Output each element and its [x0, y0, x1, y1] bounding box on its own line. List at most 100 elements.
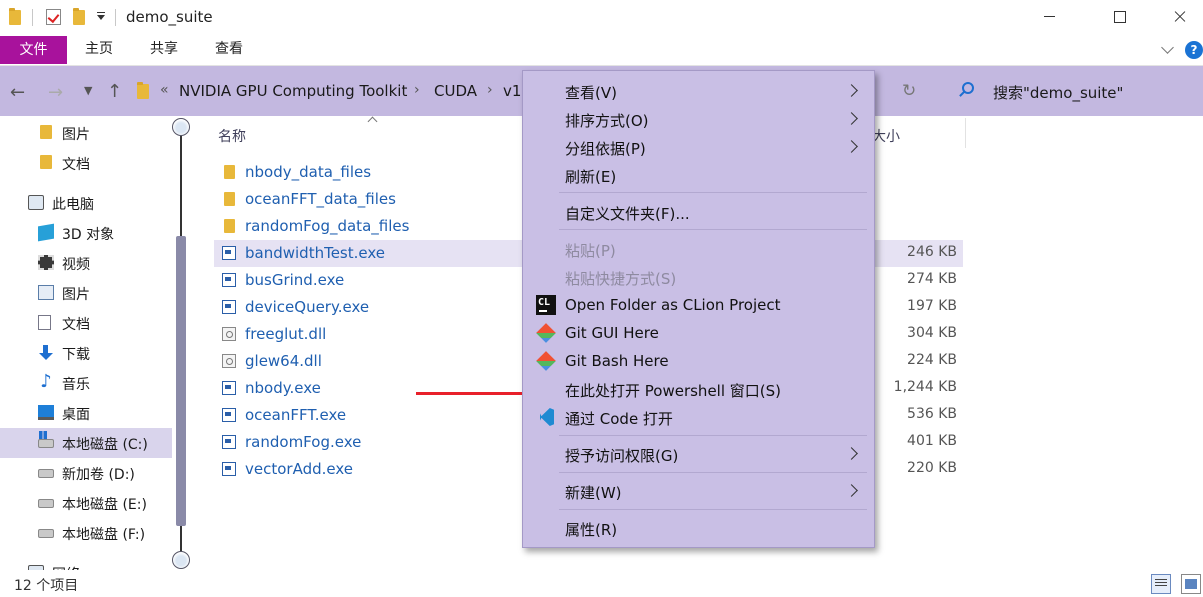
breadcrumb-overflow-icon[interactable]: «	[160, 82, 169, 98]
breadcrumb-item[interactable]: NVIDIA GPU Computing Toolkit	[179, 82, 407, 100]
recent-locations-icon[interactable]: ▼	[84, 84, 92, 97]
pictures-icon	[38, 285, 54, 300]
menu-item-customize-folder[interactable]: 自定义文件夹(F)...	[523, 198, 874, 226]
sidebar-item-documents-lib[interactable]: 文档	[0, 308, 172, 338]
file-size: 536 KB	[907, 406, 957, 422]
menu-item-label: 刷新(E)	[565, 168, 617, 186]
drive-icon	[38, 499, 54, 508]
file-name: freeglut.dll	[245, 325, 327, 343]
menu-item-group-by[interactable]: 分组依据(P)	[523, 133, 874, 161]
breadcrumb-separator[interactable]: ›	[487, 82, 493, 98]
menu-item-paste[interactable]: 粘贴(P)	[523, 235, 874, 263]
download-icon	[38, 345, 54, 360]
menu-item-sort-by[interactable]: 排序方式(O)	[523, 105, 874, 133]
sidebar-item-videos[interactable]: 视频	[0, 248, 172, 278]
up-icon[interactable]: ↑	[107, 81, 122, 102]
sidebar-item-label: 本地磁盘 (E:)	[62, 497, 147, 513]
sidebar-item-downloads[interactable]: 下载	[0, 338, 172, 368]
search-icon	[962, 82, 974, 94]
file-size: 274 KB	[907, 271, 957, 287]
menu-item-open-clion[interactable]: CL Open Folder as CLion Project	[523, 291, 874, 319]
menu-item-new[interactable]: 新建(W)	[523, 477, 874, 505]
tab-view[interactable]: 查看	[200, 34, 258, 65]
minimize-button[interactable]	[1026, 0, 1072, 34]
sidebar-item-drive-c[interactable]: 本地磁盘 (C:)	[0, 428, 172, 458]
tab-share[interactable]: 共享	[135, 34, 193, 65]
sidebar-item-label: 本地磁盘 (F:)	[62, 527, 146, 543]
large-icons-view-icon[interactable]	[1181, 574, 1201, 594]
sidebar-item-desktop[interactable]: 桌面	[0, 398, 172, 428]
column-header-name[interactable]: 名称	[218, 126, 246, 146]
menu-item-properties[interactable]: 属性(R)	[523, 514, 874, 542]
executable-icon	[222, 273, 236, 287]
file-name: deviceQuery.exe	[245, 298, 370, 316]
new-folder-icon[interactable]	[73, 8, 85, 25]
menu-separator	[559, 192, 867, 193]
sidebar-item-network[interactable]: 网络	[0, 558, 172, 570]
scroll-down-icon[interactable]	[172, 551, 190, 569]
sidebar-item-documents[interactable]: 文档	[0, 148, 172, 178]
file-name: vectorAdd.exe	[245, 460, 353, 478]
breadcrumb-separator[interactable]: ›	[414, 82, 420, 98]
properties-icon[interactable]	[46, 9, 61, 25]
expand-ribbon-icon[interactable]	[1161, 41, 1174, 54]
menu-item-git-gui[interactable]: Git GUI Here	[523, 319, 874, 347]
sidebar-item-music[interactable]: ♪ 音乐	[0, 368, 172, 398]
scrollbar-thumb[interactable]	[176, 236, 186, 526]
sidebar-item-pictures-lib[interactable]: 图片	[0, 278, 172, 308]
menu-item-give-access[interactable]: 授予访问权限(G)	[523, 440, 874, 468]
system-drive-icon	[38, 431, 54, 448]
back-icon[interactable]: ←	[10, 82, 25, 103]
menu-item-label: 属性(R)	[565, 521, 618, 539]
sidebar-item-drive-f[interactable]: 本地磁盘 (F:)	[0, 518, 172, 548]
breadcrumb-item[interactable]: CUDA	[434, 82, 477, 100]
column-divider[interactable]	[965, 118, 966, 148]
sidebar-item-label: 音乐	[62, 377, 90, 393]
sidebar-item-drive-d[interactable]: 新加卷 (D:)	[0, 458, 172, 488]
scrollbar-track[interactable]	[180, 136, 182, 236]
search-input[interactable]: 搜索"demo_suite"	[993, 82, 1123, 103]
maximize-button[interactable]	[1096, 0, 1142, 34]
sidebar-item-label: 视频	[62, 257, 90, 273]
executable-icon	[222, 408, 236, 422]
menu-item-open-with-code[interactable]: 通过 Code 打开	[523, 403, 874, 431]
sidebar-item-this-pc[interactable]: 此电脑	[0, 188, 172, 218]
tab-file[interactable]: 文件	[0, 36, 67, 64]
sidebar-item-drive-e[interactable]: 本地磁盘 (E:)	[0, 488, 172, 518]
menu-item-label: 通过 Code 打开	[565, 410, 673, 428]
column-header-size[interactable]: 大小	[872, 126, 900, 146]
refresh-icon[interactable]: ↻	[902, 81, 916, 101]
scroll-up-icon[interactable]	[172, 118, 190, 136]
tab-home[interactable]: 主页	[70, 34, 128, 65]
music-icon: ♪	[40, 371, 52, 392]
folder-icon	[224, 219, 235, 233]
menu-item-label: 分组依据(P)	[565, 140, 646, 158]
executable-icon	[222, 300, 236, 314]
customize-toolbar-icon[interactable]	[97, 12, 105, 20]
menu-item-git-bash[interactable]: Git Bash Here	[523, 347, 874, 375]
forward-icon[interactable]: →	[48, 82, 63, 103]
submenu-arrow-icon	[845, 140, 858, 153]
breadcrumb-item[interactable]: v1	[503, 82, 521, 100]
menu-item-open-powershell[interactable]: 在此处打开 Powershell 窗口(S)	[523, 375, 874, 403]
folder-icon	[40, 125, 52, 139]
menu-item-label: Open Folder as CLion Project	[565, 296, 781, 314]
menu-separator	[559, 229, 867, 230]
help-icon[interactable]: ?	[1185, 41, 1203, 59]
window-title: demo_suite	[126, 8, 213, 26]
executable-icon	[222, 462, 236, 476]
menu-item-refresh[interactable]: 刷新(E)	[523, 161, 874, 189]
menu-item-paste-shortcut[interactable]: 粘贴快捷方式(S)	[523, 263, 874, 291]
dll-icon	[222, 354, 236, 368]
sidebar-item-label: 下载	[62, 347, 90, 363]
sidebar-item-3d-objects[interactable]: 3D 对象	[0, 218, 172, 248]
close-button[interactable]	[1157, 0, 1203, 34]
item-count: 12 个项目	[14, 578, 79, 594]
sidebar-item-pictures[interactable]: 图片	[0, 118, 172, 148]
file-size: 1,244 KB	[893, 379, 957, 395]
file-size: 246 KB	[907, 244, 957, 260]
details-view-icon[interactable]	[1151, 574, 1171, 594]
menu-item-label: 粘贴快捷方式(S)	[565, 270, 677, 288]
sidebar-item-label: 桌面	[62, 407, 90, 423]
menu-item-view[interactable]: 查看(V)	[523, 77, 874, 105]
